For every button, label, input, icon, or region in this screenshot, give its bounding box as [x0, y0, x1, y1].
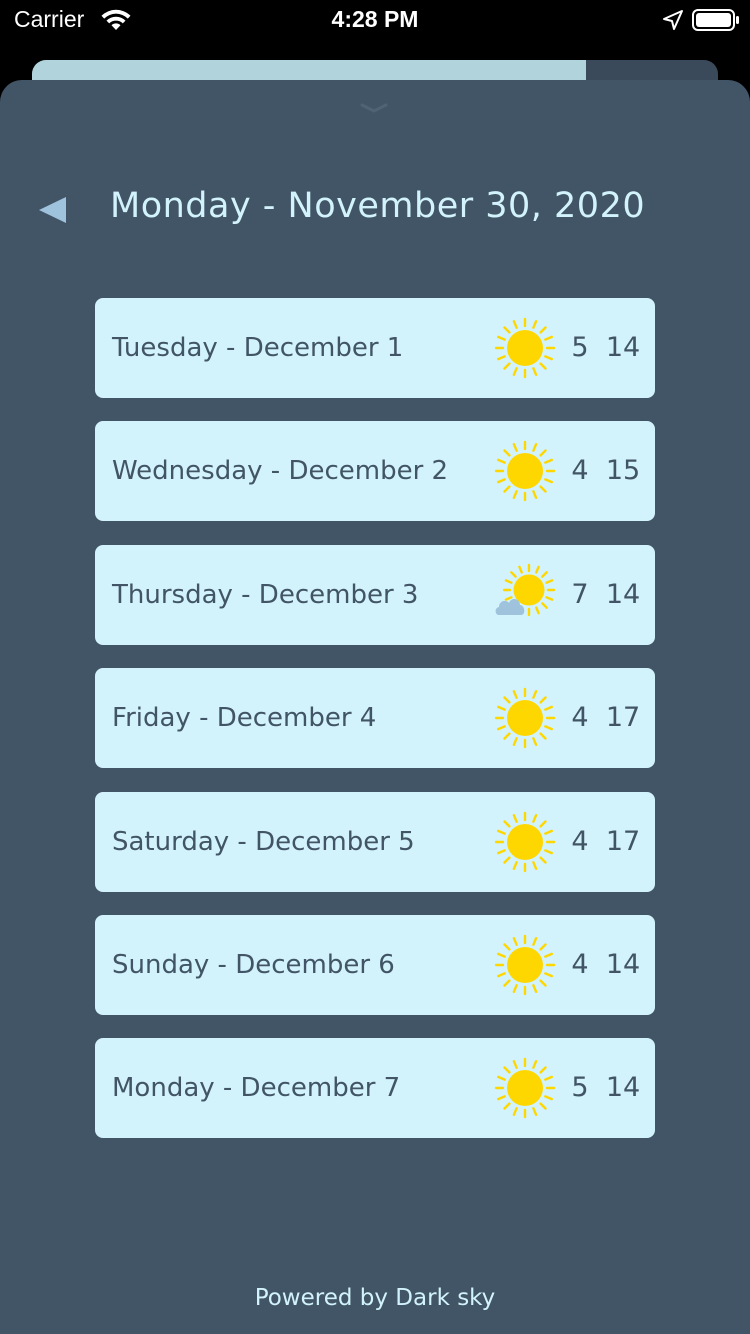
forecast-list: Tuesday - December 1 5 14 Wednesday - De…: [95, 298, 655, 1162]
sun-icon: [494, 441, 556, 502]
powered-by-footer[interactable]: Powered by Dark sky: [0, 1285, 750, 1311]
sun-icon: [494, 317, 556, 379]
forecast-day-label: Tuesday - December 1: [112, 333, 404, 363]
forecast-day-label: Sunday - December 6: [112, 949, 395, 980]
temperature-low: 5: [571, 332, 589, 363]
back-arrow-icon[interactable]: [36, 194, 70, 226]
sun-icon: [494, 934, 556, 996]
forecast-row[interactable]: Sunday - December 6 4 14: [95, 914, 655, 1015]
temperature-high: 15: [605, 455, 641, 487]
page-title: Monday - November 30, 2020: [110, 186, 646, 226]
status-time: 4:28 PM: [331, 6, 419, 32]
forecast-day-label: Saturday - December 5: [112, 826, 415, 857]
temperature-low: 4: [571, 702, 589, 734]
partly-cloudy-icon: [495, 563, 556, 616]
forecast-day-label: Wednesday - December 2: [112, 456, 449, 487]
sun-icon: [494, 687, 556, 749]
chevron-down-icon[interactable]: [359, 102, 389, 114]
temperature-high: 17: [605, 702, 641, 734]
forecast-sheet: Monday - November 30, 2020 Tuesday - Dec…: [0, 80, 750, 1334]
forecast-row[interactable]: Monday - December 7 5 14: [95, 1038, 655, 1139]
temperature-high: 14: [605, 332, 641, 363]
status-bar: Carrier 4:28 PM: [0, 0, 750, 40]
location-arrow-icon: [663, 10, 683, 30]
header: Monday - November 30, 2020: [0, 180, 750, 240]
forecast-row[interactable]: Thursday - December 3 7 14: [95, 544, 655, 645]
forecast-day-label: Thursday - December 3: [112, 579, 419, 610]
temperature-low: 4: [571, 948, 589, 980]
sun-icon: [494, 811, 556, 872]
sun-icon: [494, 1058, 556, 1119]
forecast-row[interactable]: Wednesday - December 2 4 15: [95, 421, 655, 522]
temperature-high: 17: [605, 825, 641, 857]
forecast-row[interactable]: Friday - December 4 4 17: [95, 668, 655, 769]
temperature-low: 7: [571, 578, 589, 610]
forecast-day-label: Monday - December 7: [112, 1073, 401, 1104]
temperature-high: 14: [605, 948, 641, 980]
temperature-low: 5: [571, 1072, 589, 1104]
app-screen: Carrier 4:28 PM Monday - November 30, 20…: [0, 0, 750, 1334]
temperature-high: 14: [605, 578, 641, 610]
temperature-high: 14: [605, 1072, 641, 1104]
forecast-day-label: Friday - December 4: [112, 703, 377, 734]
forecast-row[interactable]: Saturday - December 5 4 17: [95, 791, 655, 892]
forecast-row[interactable]: Tuesday - December 1 5 14: [95, 298, 655, 398]
battery-icon: [692, 9, 739, 31]
temperature-low: 4: [571, 825, 589, 857]
temperature-low: 4: [571, 455, 589, 487]
